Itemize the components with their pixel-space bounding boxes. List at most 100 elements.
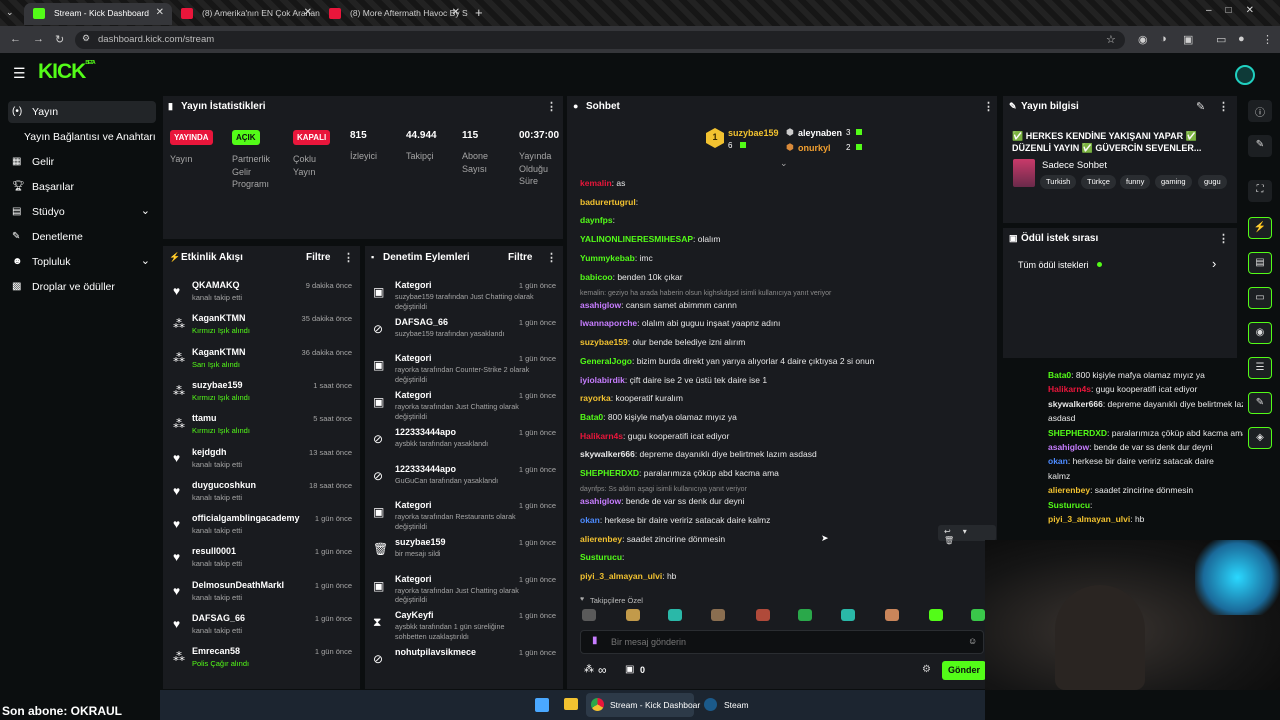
moderation-item[interactable]: ⊘ 122333444apo GuGuCan tarafından yasakl… [370,461,560,494]
chat-message[interactable]: skywalker666: depreme dayanıklı diye bel… [580,449,980,459]
stats-menu-icon[interactable]: ⋮ [546,100,557,113]
points-value[interactable]: 0 [640,665,645,675]
chat-username[interactable]: Susturucu [580,552,622,562]
emoji-icon[interactable]: ☺ [968,636,977,646]
emote-icon[interactable] [668,609,682,621]
chat-message[interactable]: Bata0: 800 kişiyle mafya olamaz mıyız ya [580,412,980,422]
chat-username[interactable]: skywalker666 [580,449,635,459]
chat-username[interactable]: kemalin [580,178,612,188]
activity-item[interactable]: ♥ duygucoshkun kanalı takip etti 18 saat… [170,477,356,510]
emote-icon[interactable] [711,609,725,621]
list-tool-icon[interactable]: ☰ [1248,357,1272,379]
send-button[interactable]: Gönder [942,661,986,680]
category-thumbnail[interactable] [1013,159,1035,187]
chat-message-input[interactable] [580,630,984,654]
chat-message[interactable]: SHEPHERDXD: paralarımıza çöküp abd kacma… [580,468,980,478]
close-tab-icon[interactable]: ✕ [452,7,460,18]
window-controls-icon[interactable]: –□✕ [1206,5,1268,16]
chat-username[interactable]: badurertugrul [580,197,636,207]
activity-item[interactable]: ♥ QKAMAKQ kanalı takip etti 9 dakika önc… [170,277,356,310]
taskbar-item-steam[interactable]: Steam [700,693,760,717]
info-icon[interactable]: ⓘ [1248,100,1272,122]
activity-item[interactable]: ⁂ KaganKTMN Kırmızı Işık alındı 35 dakik… [170,310,356,343]
browser-tab[interactable]: (8) More Aftermath Havoc By S... ✕ [320,3,468,25]
pencil-icon[interactable]: ✎ [1248,135,1272,157]
chat-username[interactable]: asahiglow [580,300,621,310]
chat-username[interactable]: daynfps [580,215,613,225]
emote-icon[interactable] [841,609,855,621]
chat-message[interactable]: piyi_3_almayan_ulvi: hb [580,571,980,581]
extensions-puzzle-icon[interactable]: ▣ [1183,33,1193,46]
activity-item[interactable]: ⁂ suzybae159 Kırmızı Işık alındı 1 saat … [170,377,356,410]
nav-item-basarilar[interactable]: 🏆︎ Başarılar [8,176,156,198]
emote-icon[interactable] [798,609,812,621]
chat-username[interactable]: YALINONLINERESMIHESAP [580,234,693,244]
chat-message[interactable]: YALINONLINERESMIHESAP: olalım [580,234,980,244]
reload-icon[interactable]: ↻ [55,33,64,46]
browser-menu-icon[interactable]: ⋮ [1262,33,1273,46]
chat-username[interactable]: SHEPHERDXD [580,468,639,478]
nav-item-topluluk[interactable]: ☻ Topluluk ⌄ [8,251,156,273]
chat-message[interactable]: Halikarn4s: gugu kooperatifi icat ediyor [580,431,980,441]
nav-item-studyo[interactable]: ▤ Stüdyo ⌄ [8,201,156,223]
activity-item[interactable]: ⁂ ttamu Kırmızı Işık alındı 5 saat önce [170,410,356,443]
leader-name[interactable]: onurkyl [798,143,831,153]
chat-message[interactable]: Yummykebab: imc [580,253,980,263]
chat-message[interactable]: lwannaporche: olalım abi guguu inşaat ya… [580,318,980,328]
chat-username[interactable]: GeneralJogo [580,356,632,366]
kick-logo[interactable]: KICKBETA [38,60,96,84]
chat-message[interactable]: rayorka: kooperatif kuralım [580,393,980,403]
chat-tool-icon[interactable]: ▭ [1248,287,1272,309]
chat-username[interactable]: Yummykebab [580,253,635,263]
activity-item[interactable]: ♥ officialgamblingacademy kanalı takip e… [170,510,356,543]
activity-item[interactable]: ♥ kejdgdh kanalı takip etti 13 saat önce [170,444,356,477]
reward-menu-icon[interactable]: ⋮ [1218,232,1229,245]
chat-message[interactable]: daynfps: [580,215,980,225]
emote-bar[interactable] [580,607,985,625]
chat-username[interactable]: suzybae159 [580,337,628,347]
chat-message[interactable]: alierenbey: saadet zincirine dönmesin [580,534,980,544]
emote-icon[interactable] [626,609,640,621]
chevron-right-icon[interactable]: › [1212,256,1216,271]
nav-item-yayin[interactable]: (•) Yayın [8,101,156,123]
tag-chip[interactable]: gugu [1198,175,1227,189]
sidebar-toggle-icon[interactable]: ▭ [1216,33,1226,46]
moderation-item[interactable]: ▣ Kategori suzybae159 tarafından Just Ch… [370,277,560,311]
slow-mode-value[interactable]: ∞ [598,663,607,677]
back-icon[interactable]: ← [10,33,21,45]
moderation-item[interactable]: ⊘ DAFSAG_66 suzybae159 tarafından yasakl… [370,314,560,347]
nav-item-gelir[interactable]: ▦ Gelir [8,151,156,173]
forward-icon[interactable]: → [33,33,44,45]
emote-icon[interactable] [582,609,596,621]
browser-tab[interactable]: (8) Amerika'nın EN Çok Aranan... ✕ [172,3,320,25]
leader-name[interactable]: aleynaben [798,128,842,138]
chat-message[interactable]: asahiglow: cansın samet abimmm cannn [580,300,980,310]
taskbar-item-chrome[interactable]: Stream - Kick Dashboar [586,693,700,717]
chat-username[interactable]: rayorka [580,393,611,403]
chat-message[interactable]: GeneralJogo: bizim burda direkt yan yarı… [580,356,980,366]
chat-username[interactable]: babicoo [580,272,613,282]
chat-username[interactable]: piyi_3_almayan_ulvi [580,571,662,581]
chat-username[interactable]: okan [580,515,600,525]
tag-chip[interactable]: funny [1120,175,1151,189]
nav-item-stream-key[interactable]: Yayın Bağlantısı ve Anahtarı [0,126,160,148]
tab-search-icon[interactable]: ⌄ [6,7,14,18]
extension-icon[interactable]: ◉ [1138,33,1148,46]
chat-message[interactable]: kemalin: as [580,178,980,188]
chat-username[interactable]: Halikarn4s [580,431,623,441]
moderation-item[interactable]: ▣ Kategori rayorka tarafından Restaurant… [370,497,560,531]
nav-item-droplar[interactable]: ▩ Droplar ve ödüller [8,276,156,298]
leader-name[interactable]: suzybae159 [728,128,779,138]
chat-username[interactable]: asahiglow [580,496,621,506]
message-actions[interactable]: ↩▾🗑︎ [938,525,996,545]
moderation-menu-icon[interactable]: ⋮ [546,251,557,264]
category-name[interactable]: Sadece Sohbet [1042,160,1107,171]
chat-message[interactable]: iyiolabirdik: çift daire ise 2 ve üstü t… [580,375,980,385]
moderation-item[interactable]: ▣ Kategori rayorka tarafından Just Chatt… [370,387,560,421]
chat-menu-icon[interactable]: ⋮ [983,100,994,113]
moderation-item[interactable]: ▣ Kategori rayorka tarafından Just Chatt… [370,571,560,605]
microphone-icon[interactable]: ▮ [592,635,598,646]
profile-avatar-icon[interactable]: ● [1238,33,1245,45]
user-avatar[interactable] [1235,65,1255,85]
browser-tab-active[interactable]: Stream - Kick Dashboard ✕ [24,3,172,25]
